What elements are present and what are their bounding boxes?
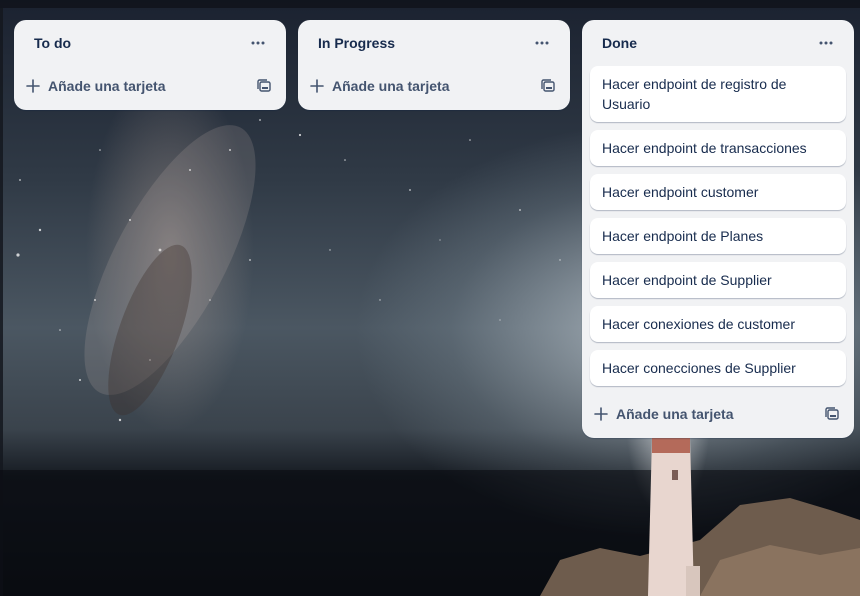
plus-icon <box>310 79 324 93</box>
card[interactable]: Hacer endpoint de registro de Usuario <box>590 66 846 122</box>
plus-icon <box>594 407 608 421</box>
card[interactable]: Hacer endpoint de transacciones <box>590 130 846 166</box>
list-title[interactable]: In Progress <box>318 35 395 51</box>
list-title[interactable]: Done <box>602 35 637 51</box>
card[interactable]: Hacer endpoint de Planes <box>590 218 846 254</box>
create-from-template-button[interactable] <box>252 74 276 98</box>
list-to-do: To do Añade una tarjeta <box>14 20 286 110</box>
create-from-template-button[interactable] <box>820 402 844 426</box>
card-list: Hacer endpoint de registro de Usuario Ha… <box>582 66 854 386</box>
ellipsis-icon <box>819 41 833 45</box>
card-template-icon <box>257 79 271 92</box>
add-card-button[interactable]: Añade una tarjeta <box>594 406 733 422</box>
list-footer: Añade una tarjeta <box>14 66 286 106</box>
card[interactable]: Hacer endpoint de Supplier <box>590 262 846 298</box>
card[interactable]: Hacer conexiones de customer <box>590 306 846 342</box>
list-footer: Añade una tarjeta <box>298 66 570 106</box>
add-card-button[interactable]: Añade una tarjeta <box>26 78 165 94</box>
list-menu-button[interactable] <box>810 29 842 57</box>
card[interactable]: Hacer endpoint customer <box>590 174 846 210</box>
add-card-label: Añade una tarjeta <box>616 406 734 422</box>
card[interactable]: Hacer conecciones de Supplier <box>590 350 846 386</box>
list-header: To do <box>14 20 286 66</box>
list-header: In Progress <box>298 20 570 66</box>
board-canvas: To do Añade una tarjeta In Progress Añad… <box>0 0 860 596</box>
plus-icon <box>26 79 40 93</box>
add-card-button[interactable]: Añade una tarjeta <box>310 78 449 94</box>
list-menu-button[interactable] <box>526 29 558 57</box>
list-done: Done Hacer endpoint de registro de Usuar… <box>582 20 854 438</box>
list-menu-button[interactable] <box>242 29 274 57</box>
list-header: Done <box>582 20 854 66</box>
add-card-label: Añade una tarjeta <box>332 78 450 94</box>
add-card-label: Añade una tarjeta <box>48 78 166 94</box>
ellipsis-icon <box>535 41 549 45</box>
card-template-icon <box>825 407 839 420</box>
card-template-icon <box>541 79 555 92</box>
list-title[interactable]: To do <box>34 35 71 51</box>
list-footer: Añade una tarjeta <box>582 394 854 434</box>
ellipsis-icon <box>251 41 265 45</box>
create-from-template-button[interactable] <box>536 74 560 98</box>
list-in-progress: In Progress Añade una tarjeta <box>298 20 570 110</box>
